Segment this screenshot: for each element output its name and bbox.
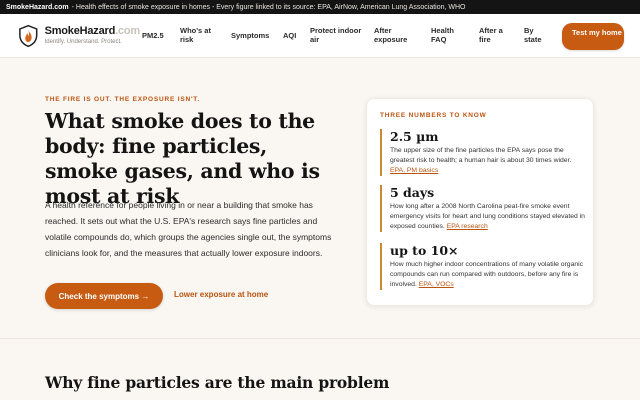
check-symptoms-button[interactable]: Check the symptoms → xyxy=(45,283,163,309)
nav-item-after-a-fire[interactable]: After a fire xyxy=(479,26,511,45)
nav-item-protect-indoor-air[interactable]: Protect indoor air xyxy=(310,26,368,45)
lower-exposure-link[interactable]: Lower exposure at home xyxy=(174,290,268,299)
hero-eyebrow: THE FIRE IS OUT. THE EXPOSURE ISN'T. xyxy=(45,96,200,103)
stat-item: 2.5 µm The upper size of the fine partic… xyxy=(380,129,585,176)
section-heading: Why fine particles are the main problem xyxy=(45,373,390,392)
nav-item-symptoms[interactable]: Symptoms xyxy=(231,31,269,40)
stat-value: 2.5 µm xyxy=(390,129,439,144)
test-my-home-button[interactable]: Test my home xyxy=(562,23,624,50)
stat-source-link[interactable]: EPA, PM basics xyxy=(390,167,438,174)
stat-source-link[interactable]: EPA, VOCs xyxy=(419,281,454,288)
announcement-site-name[interactable]: SmokeHazard.com xyxy=(6,4,69,11)
stat-description: How long after a 2008 North Carolina pea… xyxy=(390,203,585,230)
stat-description: The upper size of the fine particles the… xyxy=(390,147,572,174)
nav-item-by-state[interactable]: By state xyxy=(524,26,548,45)
hero-intro: A health reference for people living in … xyxy=(45,200,332,258)
nav-item-whos-at-risk[interactable]: Who's at risk xyxy=(180,26,220,45)
brand-name: SmokeHazard.com xyxy=(44,25,141,37)
stat-value: up to 10× xyxy=(390,243,459,258)
card-title: THREE NUMBERS TO KNOW xyxy=(380,112,487,119)
stat-description: How much higher indoor concentrations of… xyxy=(390,261,584,288)
stat-item: up to 10× How much higher indoor concent… xyxy=(380,243,585,290)
shield-flame-icon xyxy=(19,24,38,47)
brand-tagline: Identify. Understand. Protect. xyxy=(44,39,122,45)
announcement-bar: SmokeHazard.com - Health effects of smok… xyxy=(0,0,640,14)
brand-logo-link[interactable]: SmokeHazard.com Identify. Understand. Pr… xyxy=(18,24,140,48)
page-title: What smoke does to the body: fine partic… xyxy=(45,109,320,208)
announcement-text: - Health effects of smoke exposure in ho… xyxy=(71,3,466,11)
stat-value: 5 days xyxy=(390,185,435,200)
stat-source-link[interactable]: EPA research xyxy=(447,223,488,230)
nav-item-health-faq[interactable]: Health FAQ xyxy=(431,26,461,45)
brand-tld: .com xyxy=(115,25,140,37)
nav-item-aqi[interactable]: AQI xyxy=(283,31,296,40)
nav-item-after-exposure[interactable]: After exposure xyxy=(374,26,414,45)
main-navigation: SmokeHazard.com Identify. Understand. Pr… xyxy=(0,14,640,58)
section-divider xyxy=(0,338,640,339)
key-numbers-card: THREE NUMBERS TO KNOW 2.5 µm The upper s… xyxy=(366,98,594,306)
stat-item: 5 days How long after a 2008 North Carol… xyxy=(380,185,585,232)
nav-item-pm25[interactable]: PM2.5 xyxy=(142,31,164,40)
